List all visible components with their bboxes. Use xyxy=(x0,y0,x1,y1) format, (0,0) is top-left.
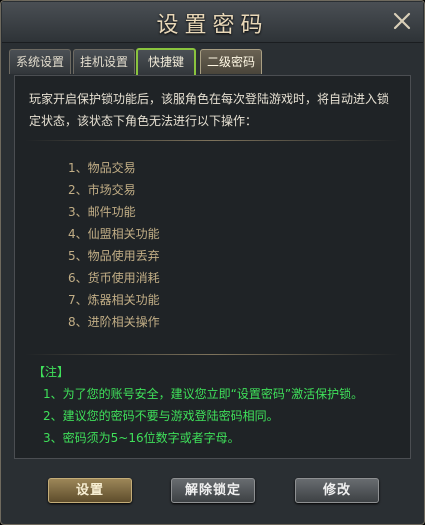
tab-secondary-password[interactable]: 二级密码 xyxy=(200,49,262,74)
tab-hotkeys[interactable]: 快捷键 xyxy=(136,48,196,75)
list-item: 8、进阶相关操作 xyxy=(68,315,160,329)
divider xyxy=(25,140,400,141)
dialog-title: 设置密码 xyxy=(156,13,269,38)
notes-title: 【注】 xyxy=(33,365,70,379)
content-panel: 玩家开启保护锁功能后，该服角色在每次登陆游戏时，将自动进入锁定状态，该状态下角色… xyxy=(14,75,411,459)
modify-password-button[interactable]: 修改 xyxy=(295,478,379,503)
list-item: 7、炼器相关功能 xyxy=(68,293,160,307)
intro-text: 玩家开启保护锁功能后，该服角色在每次登陆游戏时，将自动进入锁定状态，该状态下角色… xyxy=(29,92,390,128)
locked-operations-list: 1、物品交易 2、市场交易 3、邮件功能 4、仙盟相关功能 5、物品使用丢弃 6… xyxy=(68,157,160,333)
list-item: 5、物品使用丢弃 xyxy=(68,249,160,263)
divider xyxy=(25,354,400,355)
list-item: 3、邮件功能 xyxy=(68,205,136,219)
note-line: 3、密码须为5~16位数字或者字母。 xyxy=(43,431,240,445)
tab-auto-play-settings[interactable]: 挂机设置 xyxy=(73,49,135,74)
note-line: 1、为了您的账号安全，建议您立即“设置密码”激活保护锁。 xyxy=(43,387,364,401)
list-item: 1、物品交易 xyxy=(68,161,136,175)
note-line: 2、建议您的密码不要与游戏登陆密码相同。 xyxy=(43,409,279,423)
set-password-button[interactable]: 设置 xyxy=(48,478,132,503)
list-item: 6、货币使用消耗 xyxy=(68,271,160,285)
tab-system-settings[interactable]: 系统设置 xyxy=(9,49,71,74)
notes-section: 【注】 1、为了您的账号安全，建议您立即“设置密码”激活保护锁。 2、建议您的密… xyxy=(33,361,363,449)
unlock-button[interactable]: 解除锁定 xyxy=(171,478,255,503)
set-password-dialog: 设置密码 系统设置 挂机设置 快捷键 二级密码 玩家开启保护锁功能后，该服角色在… xyxy=(0,0,425,525)
close-icon[interactable] xyxy=(391,10,413,32)
list-item: 2、市场交易 xyxy=(68,183,136,197)
list-item: 4、仙盟相关功能 xyxy=(68,227,160,241)
title-bar[interactable]: 设置密码 xyxy=(2,2,423,43)
